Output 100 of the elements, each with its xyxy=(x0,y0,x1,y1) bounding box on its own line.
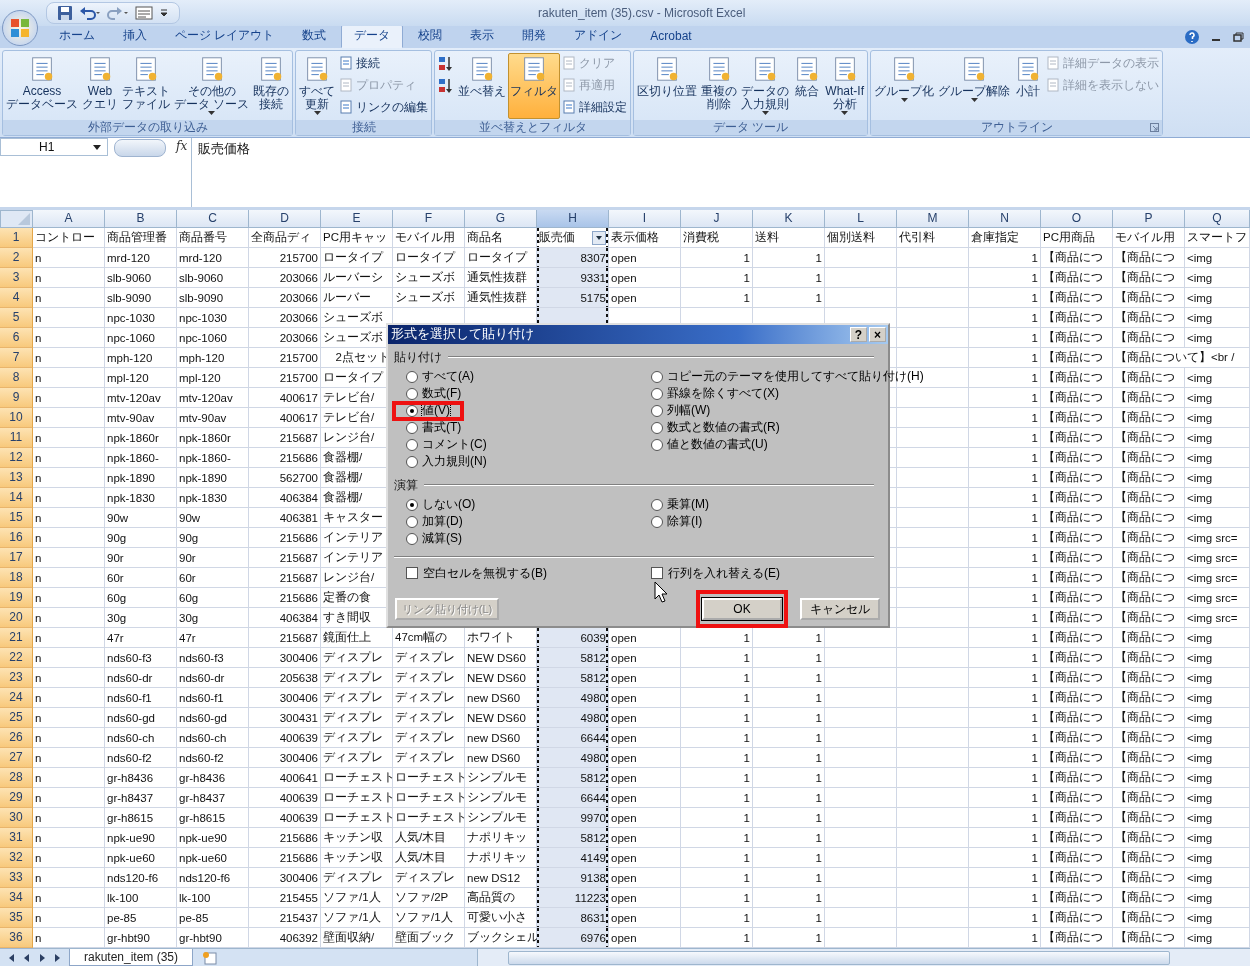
ribbon-button[interactable]: リンクの編集 xyxy=(337,97,431,117)
row-header[interactable]: 11 xyxy=(0,428,33,448)
row-header[interactable]: 27 xyxy=(0,748,33,768)
column-header[interactable]: N xyxy=(969,210,1041,228)
ribbon-tab[interactable]: 数式 xyxy=(289,24,340,48)
column-header[interactable]: K xyxy=(753,210,825,228)
row-header[interactable]: 7 xyxy=(0,348,33,368)
ribbon-tab[interactable]: ページ レイアウト xyxy=(162,24,288,48)
row-header[interactable]: 14 xyxy=(0,488,33,508)
row-header[interactable]: 16 xyxy=(0,528,33,548)
row-header[interactable]: 3 xyxy=(0,268,33,288)
ribbon-button[interactable]: What-If 分析 xyxy=(823,53,866,119)
launcher-icon[interactable] xyxy=(1150,123,1159,132)
ribbon-button[interactable]: 重複の 削除 xyxy=(699,53,740,119)
row-header[interactable]: 1 xyxy=(0,228,33,248)
row-header[interactable]: 36 xyxy=(0,928,33,948)
ribbon-tab[interactable]: 表示 xyxy=(457,24,508,48)
option-label[interactable]: コメント(C) xyxy=(422,436,487,453)
ribbon-button[interactable]: グループ解除 xyxy=(936,53,1012,119)
column-header[interactable]: L xyxy=(825,210,897,228)
radio-button[interactable] xyxy=(406,370,418,383)
ribbon-button[interactable]: 区切り位置 xyxy=(635,53,700,119)
row-header[interactable]: 33 xyxy=(0,868,33,888)
column-header[interactable]: P xyxy=(1113,210,1185,228)
sheet-tab[interactable]: rakuten_item (35) xyxy=(69,949,194,966)
column-header[interactable]: H xyxy=(537,210,609,228)
ribbon-button[interactable]: テキスト ファイル xyxy=(120,53,172,119)
column-header[interactable]: Q xyxy=(1185,210,1250,228)
option-label[interactable]: 書式(T) xyxy=(422,419,462,436)
ribbon-button[interactable]: 小計 xyxy=(1012,53,1044,119)
row-header[interactable]: 19 xyxy=(0,588,33,608)
row-header[interactable]: 10 xyxy=(0,408,33,428)
option-label[interactable]: 値(V) xyxy=(422,402,450,419)
row-header[interactable]: 13 xyxy=(0,468,33,488)
row-header[interactable]: 21 xyxy=(0,628,33,648)
restore-icon[interactable] xyxy=(1232,31,1244,43)
ribbon-button[interactable]: 接続 xyxy=(337,53,431,73)
row-header[interactable]: 17 xyxy=(0,548,33,568)
column-header[interactable]: I xyxy=(609,210,681,228)
radio-button[interactable] xyxy=(406,498,418,511)
row-header[interactable]: 12 xyxy=(0,448,33,468)
row-header[interactable]: 18 xyxy=(0,568,33,588)
name-box[interactable]: H1 xyxy=(0,138,108,156)
row-header[interactable]: 9 xyxy=(0,388,33,408)
row-header[interactable]: 6 xyxy=(0,328,33,348)
column-header[interactable]: E xyxy=(321,210,393,228)
option-label[interactable]: 列幅(W) xyxy=(667,402,711,419)
radio-button[interactable] xyxy=(406,421,418,434)
formula-handle[interactable] xyxy=(114,139,166,157)
row-header[interactable]: 20 xyxy=(0,608,33,628)
ribbon-button[interactable]: グループ化 xyxy=(872,53,936,119)
column-header[interactable]: C xyxy=(177,210,249,228)
ribbon-button[interactable]: フィルタ xyxy=(508,53,561,119)
dialog-button[interactable]: OK xyxy=(702,598,782,620)
help-icon[interactable] xyxy=(1184,29,1200,45)
option-label[interactable]: 加算(D) xyxy=(422,513,463,530)
row-header[interactable]: 30 xyxy=(0,808,33,828)
option-label[interactable]: 除算(I) xyxy=(667,513,703,530)
row-header[interactable]: 35 xyxy=(0,908,33,928)
row-header[interactable]: 2 xyxy=(0,248,33,268)
row-header[interactable]: 29 xyxy=(0,788,33,808)
column-header[interactable]: M xyxy=(897,210,969,228)
row-header[interactable]: 31 xyxy=(0,828,33,848)
row-header[interactable]: 24 xyxy=(0,688,33,708)
ribbon-button[interactable]: その他の データ ソース xyxy=(172,53,252,119)
option-label[interactable]: 入力規則(N) xyxy=(422,453,487,470)
option-label[interactable]: 罫線を除くすべて(X) xyxy=(667,385,779,402)
row-header[interactable]: 32 xyxy=(0,848,33,868)
option-label[interactable]: 数式と数値の書式(R) xyxy=(667,419,780,436)
radio-button[interactable] xyxy=(406,515,418,528)
column-header[interactable]: O xyxy=(1041,210,1113,228)
column-header[interactable]: F xyxy=(393,210,465,228)
column-header[interactable]: A xyxy=(33,210,105,228)
row-header[interactable]: 25 xyxy=(0,708,33,728)
ribbon-tab[interactable]: アドイン xyxy=(561,24,636,48)
row-header[interactable]: 15 xyxy=(0,508,33,528)
row-header[interactable]: 5 xyxy=(0,308,33,328)
ribbon-tab[interactable]: 挿入 xyxy=(110,24,160,48)
option-label[interactable]: 数式(F) xyxy=(422,385,462,402)
ribbon-button[interactable]: 既存の 接続 xyxy=(251,53,292,119)
ribbon-button[interactable]: 並べ替え xyxy=(456,53,509,119)
help-button[interactable]: ? xyxy=(850,327,867,342)
ribbon-tab[interactable]: ホーム xyxy=(46,24,108,48)
radio-button[interactable] xyxy=(651,438,663,451)
radio-button[interactable] xyxy=(406,438,418,451)
ribbon-button[interactable]: Web クエリ xyxy=(80,53,120,119)
option-label[interactable]: コピー元のテーマを使用してすべて貼り付け(H) xyxy=(667,368,924,385)
column-header[interactable]: D xyxy=(249,210,321,228)
checkbox[interactable] xyxy=(651,567,663,579)
ribbon-tab[interactable]: データ xyxy=(341,24,404,48)
ribbon-tab[interactable]: Acrobat xyxy=(637,24,705,48)
option-label[interactable]: 値と数値の書式(U) xyxy=(667,436,768,453)
ribbon-tab[interactable]: 開発 xyxy=(509,24,560,48)
ribbon-button[interactable]: データの 入力規則 xyxy=(739,53,792,119)
checkbox-label[interactable]: 空白セルを無視する(B) xyxy=(423,564,547,582)
radio-button[interactable] xyxy=(651,404,663,417)
column-header[interactable]: J xyxy=(681,210,753,228)
radio-button[interactable] xyxy=(406,532,418,545)
formula-field[interactable]: 販売価格 xyxy=(191,138,1250,207)
horizontal-scrollbar[interactable] xyxy=(477,949,1250,966)
